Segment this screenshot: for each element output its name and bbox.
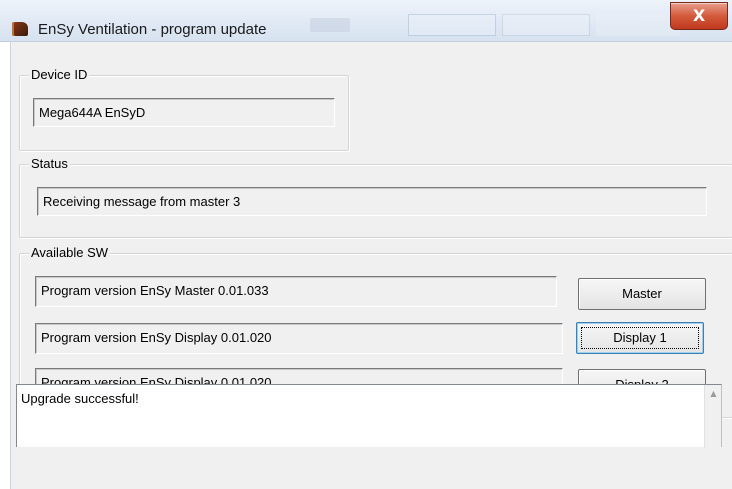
display1-version-field: Program version EnSy Display 0.01.020	[35, 323, 563, 354]
master-version-field: Program version EnSy Master 0.01.033	[35, 276, 557, 307]
background-style-box	[408, 14, 496, 36]
window-title: EnSy Ventilation - program update	[38, 21, 267, 38]
master-button[interactable]: Master	[578, 278, 706, 310]
background-window-toolbar	[300, 12, 680, 36]
background-style-box	[502, 14, 590, 36]
scroll-up-arrow-icon[interactable]: ▲	[705, 385, 722, 402]
device-id-field: Mega644A EnSyD	[33, 98, 335, 127]
device-id-legend: Device ID	[29, 67, 90, 82]
title-bar[interactable]: EnSy Ventilation - program update X	[0, 0, 732, 42]
display1-button[interactable]: Display 1	[576, 322, 704, 354]
close-button[interactable]: X	[670, 2, 728, 30]
close-icon: X	[692, 6, 706, 25]
status-field: Receiving message from master 3	[37, 187, 707, 216]
focus-ring	[581, 327, 699, 349]
status-legend: Status	[29, 156, 70, 171]
log-textarea[interactable]: Upgrade successful! ▲	[16, 384, 722, 448]
log-text: Upgrade successful!	[21, 391, 139, 406]
log-scrollbar[interactable]: ▲	[704, 385, 721, 448]
background-style-box	[596, 14, 680, 36]
background-toolbar-icons	[310, 18, 350, 32]
available-sw-legend: Available SW	[29, 245, 111, 260]
app-icon	[12, 22, 28, 36]
